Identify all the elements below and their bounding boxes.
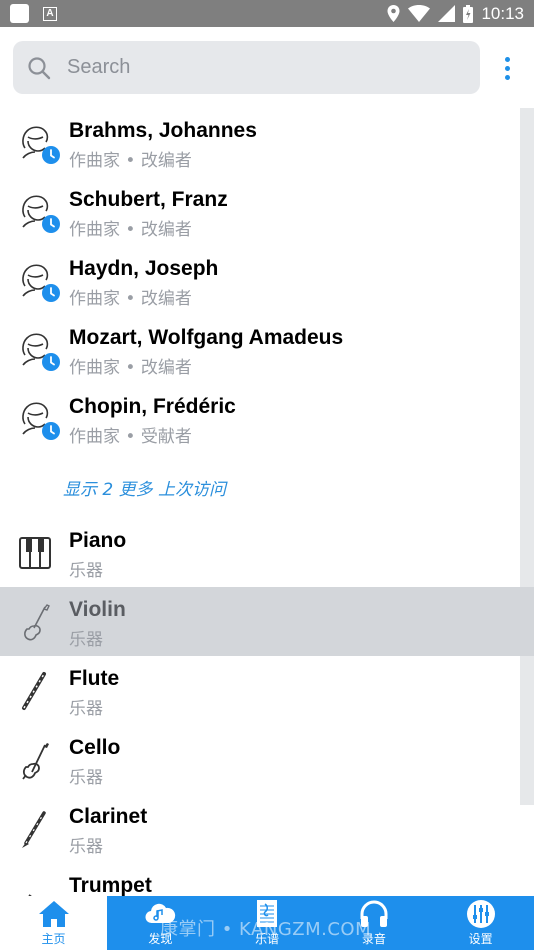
instrument-name: Violin xyxy=(69,598,126,621)
instrument-name: Flute xyxy=(69,667,120,690)
instrument-category: 乐器 xyxy=(69,699,103,719)
composer-recent-icon xyxy=(22,264,60,302)
instrument-category: 乐器 xyxy=(69,837,103,857)
search-icon xyxy=(28,57,51,80)
location-icon xyxy=(387,5,400,22)
instrument-name: Cello xyxy=(69,736,121,759)
person-roles: 作曲家 • 改编者 xyxy=(69,289,192,309)
list-item[interactable]: Schubert, Franz 作曲家 • 改编者 xyxy=(0,177,520,246)
instrument-category: 乐器 xyxy=(69,768,103,788)
nav-home[interactable]: 主页 xyxy=(0,896,107,950)
list-item[interactable]: Trumpet 乐器 xyxy=(0,863,520,896)
show-more-recent-link[interactable]: 显示 2 更多 上次访问 xyxy=(63,475,226,500)
instrument-name: Piano xyxy=(69,529,127,552)
list-item[interactable]: Clarinet 乐器 xyxy=(0,794,520,863)
list-item[interactable]: Piano 乐器 xyxy=(0,518,520,587)
trumpet-icon xyxy=(28,894,32,896)
composer-recent-icon xyxy=(22,333,60,371)
instrument-name: Clarinet xyxy=(69,805,148,828)
person-roles: 作曲家 • 改编者 xyxy=(69,151,192,171)
person-name: Chopin, Frédéric xyxy=(69,395,236,418)
person-roles: 作曲家 • 受献者 xyxy=(69,427,192,447)
list-item[interactable]: Haydn, Joseph 作曲家 • 改编者 xyxy=(0,246,520,315)
nav-label: 乐谱 xyxy=(255,932,280,946)
headphones-icon xyxy=(360,900,388,927)
list-item[interactable]: Chopin, Frédéric 作曲家 • 受献者 xyxy=(0,384,520,453)
scrollbar[interactable] xyxy=(520,108,534,805)
list-item[interactable]: Flute 乐器 xyxy=(0,656,520,725)
signal-icon xyxy=(438,5,456,22)
nav-label: 主页 xyxy=(41,932,66,946)
composer-recent-icon xyxy=(22,195,60,233)
composer-recent-icon xyxy=(22,126,60,164)
cello-icon xyxy=(22,743,49,780)
person-roles: 作曲家 • 改编者 xyxy=(69,220,192,240)
home-icon xyxy=(38,901,69,927)
sliders-icon xyxy=(466,900,495,928)
nav-label: 设置 xyxy=(468,932,493,946)
list-item-selected[interactable]: Violin 乐器 xyxy=(0,587,534,656)
nav-recordings[interactable]: 录音 xyxy=(321,896,428,950)
nav-sheet-music[interactable]: 乐谱 xyxy=(214,896,321,950)
instrument-name: Trumpet xyxy=(69,874,152,896)
list-item[interactable]: Brahms, Johannes 作曲家 • 改编者 xyxy=(0,108,520,177)
list-item[interactable]: Cello 乐器 xyxy=(0,725,520,794)
person-name: Brahms, Johannes xyxy=(69,119,257,142)
notification-icon xyxy=(10,4,29,23)
composer-recent-icon xyxy=(22,402,60,440)
clock: 10:13 xyxy=(481,3,524,23)
sheet-music-icon xyxy=(257,900,278,927)
clarinet-icon xyxy=(22,811,46,848)
flute-icon xyxy=(22,672,46,710)
app-notification-icon: A xyxy=(43,6,57,21)
cloud-music-icon xyxy=(145,903,176,924)
status-bar: A 10:13 xyxy=(0,0,534,27)
wifi-icon xyxy=(408,5,431,22)
overflow-menu-button[interactable] xyxy=(496,52,518,84)
battery-icon xyxy=(463,4,474,23)
nav-label: 录音 xyxy=(361,932,386,946)
nav-discover[interactable]: 发现 xyxy=(107,896,214,950)
nav-settings[interactable]: 设置 xyxy=(427,896,534,950)
person-name: Mozart, Wolfgang Amadeus xyxy=(69,326,344,349)
instrument-category: 乐器 xyxy=(69,630,103,650)
person-roles: 作曲家 • 改编者 xyxy=(69,358,192,378)
search-input[interactable] xyxy=(67,52,467,82)
bottom-navigation: 主页 发现 乐谱 录音 设置 xyxy=(0,896,534,950)
nav-label: 发现 xyxy=(148,932,173,946)
results-list[interactable]: Brahms, Johannes 作曲家 • 改编者 Schubert, Fra… xyxy=(0,108,534,896)
search-bar[interactable] xyxy=(13,41,480,94)
person-name: Schubert, Franz xyxy=(69,188,228,211)
person-name: Haydn, Joseph xyxy=(69,257,219,280)
instrument-category: 乐器 xyxy=(69,561,103,581)
violin-icon xyxy=(24,604,50,641)
piano-icon xyxy=(19,537,51,569)
list-item[interactable]: Mozart, Wolfgang Amadeus 作曲家 • 改编者 xyxy=(0,315,520,384)
